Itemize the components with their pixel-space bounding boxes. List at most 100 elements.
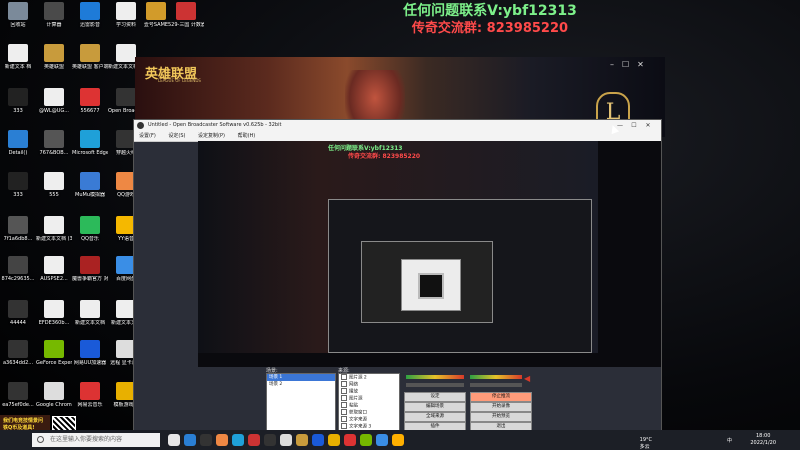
desktop-icon[interactable]: ea75ef0de... [0,382,36,408]
desktop-icon[interactable]: 333 [0,172,36,198]
obs-control-button[interactable]: 设定 [404,392,466,402]
desktop-icon[interactable]: a3634dd2... [0,340,36,366]
desktop-icon[interactable]: 迅雷影音 [72,2,108,28]
desktop-icon[interactable]: 767&BOB... [36,130,72,156]
desktop-icon[interactable]: 新建文本文档 (3) [36,216,72,242]
desktop-icon-label: 魔兽争霸官方 对战平台 [72,276,108,282]
app-icon [80,216,100,234]
app-icon [8,172,28,190]
desktop-icon-label: 新建文本文档 [74,320,105,326]
desktop-icon[interactable]: @WL@UG... [36,88,72,114]
clock[interactable]: 18:00 2022/1/20 [750,433,776,447]
desktop-icon[interactable]: Google Chrome [36,382,72,408]
desktop-volume-slider[interactable] [470,383,522,387]
source-item[interactable]: 获取窗口 [339,409,399,416]
source-checkbox[interactable] [341,381,347,387]
desktop-icon[interactable]: AUSPSE2... [36,256,72,282]
menu-settings[interactable]: 设定(S) [168,133,185,139]
app-icon [8,130,28,148]
taskbar-app-icon[interactable] [296,434,308,446]
source-item[interactable]: 文字来源 3 [339,423,399,430]
league-window-controls[interactable]: –☐✕ [610,60,652,69]
desktop-icon[interactable]: 计算器 [36,2,72,28]
desktop-icon[interactable]: GeForce Experience [36,340,72,366]
desktop-icon[interactable]: MuMu模拟器 [72,172,108,198]
obs-control-button[interactable]: 停止推流 [470,392,532,402]
desktop-icon[interactable]: Detail() [0,130,36,156]
menu-help[interactable]: 帮助(H) [238,133,256,139]
taskbar-app-icon[interactable] [312,434,324,446]
desktop-icon[interactable]: 新建文本文档 [72,300,108,326]
desktop-icon[interactable]: Microsoft Edge [72,130,108,156]
source-checkbox[interactable] [341,374,347,380]
desktop-icon[interactable]: 333 [0,88,36,114]
source-item[interactable]: 网络 [339,381,399,388]
taskbar-app-icon[interactable] [264,434,276,446]
taskbar-app-icon[interactable] [392,434,404,446]
search-icon [37,436,44,443]
desktop-icon-label: 767&BOB... [39,150,69,156]
desktop-icon-label: 44444 [10,320,26,326]
desktop-icon[interactable]: 529-三国 计数器 [168,2,204,28]
app-icon [44,172,64,190]
desktop-icon[interactable]: 44444 [0,300,36,326]
taskbar: 在这里输入你要搜索的内容 19°C 多云 中 18:00 2022/1/20 [0,430,800,450]
scene-item[interactable]: 场景 1 [267,374,335,381]
input-language[interactable]: 中 [727,437,732,444]
source-item[interactable]: 文字来源 [339,416,399,423]
desktop-icon[interactable]: 魔兽争霸官方 对战平台 [72,256,108,282]
source-item[interactable]: 图片源 [339,395,399,402]
taskbar-app-icon[interactable] [216,434,228,446]
sources-list[interactable]: 图片源 2 网络 播放 图片源 粘贴 获取窗口 文字来源 文字来源 3 [338,373,400,435]
source-checkbox[interactable] [341,395,347,401]
source-checkbox[interactable] [341,423,347,429]
obs-control-button[interactable]: 全域来源 [404,412,466,422]
desktop-icon[interactable]: 874c29635... [0,256,36,282]
mic-volume-slider[interactable] [406,383,464,387]
desktop-icon[interactable]: 英雄联盟 客户端 [72,44,108,70]
obs-control-button[interactable]: 开始录像 [470,402,532,412]
taskbar-app-icon[interactable] [200,434,212,446]
app-icon [8,88,28,106]
weather-widget[interactable]: 19°C 多云 [640,437,652,450]
taskbar-app-icon[interactable] [328,434,340,446]
taskbar-app-icon[interactable] [376,434,388,446]
source-item[interactable]: 播放 [339,388,399,395]
taskbar-app-icon[interactable] [168,434,180,446]
source-checkbox[interactable] [341,402,347,408]
taskbar-app-icon[interactable] [184,434,196,446]
obs-control-button[interactable]: 开始预览 [470,412,532,422]
maximize-button[interactable]: ☐ [627,120,641,131]
desktop-icon[interactable]: EFDE360b... [36,300,72,326]
desktop-icon[interactable]: 网易云音乐 [72,382,108,408]
taskbar-app-icon[interactable] [232,434,244,446]
scenes-list[interactable]: 场景 1 场景 2 [266,373,336,435]
desktop-icon[interactable]: 英雄联盟 [36,44,72,70]
source-label: 获取窗口 [349,410,367,416]
source-checkbox[interactable] [341,409,347,415]
desktop-icon[interactable]: 网易UU加速器 [72,340,108,366]
speaker-icon[interactable]: ◀ [524,374,530,383]
taskbar-app-icon[interactable] [344,434,356,446]
taskbar-search[interactable]: 在这里输入你要搜索的内容 [32,433,160,447]
menu-profiles[interactable]: 设定复制(P) [198,133,225,139]
source-checkbox[interactable] [341,388,347,394]
obs-control-button[interactable]: 编辑场景 [404,402,466,412]
source-label: 文字来源 [349,417,367,423]
source-checkbox[interactable] [341,416,347,422]
source-item[interactable]: 图片源 2 [339,374,399,381]
desktop-icon[interactable]: 新建文本 档 [0,44,36,70]
menu-file[interactable]: 设置(F) [139,133,156,139]
close-button[interactable]: ✕ [641,120,655,131]
taskbar-app-icon[interactable] [248,434,260,446]
source-item[interactable]: 粘贴 [339,402,399,409]
desktop-icon[interactable]: QQ音乐 [72,216,108,242]
desktop-icon[interactable]: 555 [36,172,72,198]
desktop-icon[interactable]: 7f1a6db8... [0,216,36,242]
scene-item[interactable]: 场景 2 [267,381,335,388]
taskbar-app-icon[interactable] [360,434,372,446]
taskbar-app-icon[interactable] [280,434,292,446]
desktop-icon[interactable]: 556677 [72,88,108,114]
desktop-icon[interactable]: 回收站 [0,2,36,28]
obs-title-bar[interactable]: Untitled - Open Broadcaster Software v0.… [134,120,661,131]
